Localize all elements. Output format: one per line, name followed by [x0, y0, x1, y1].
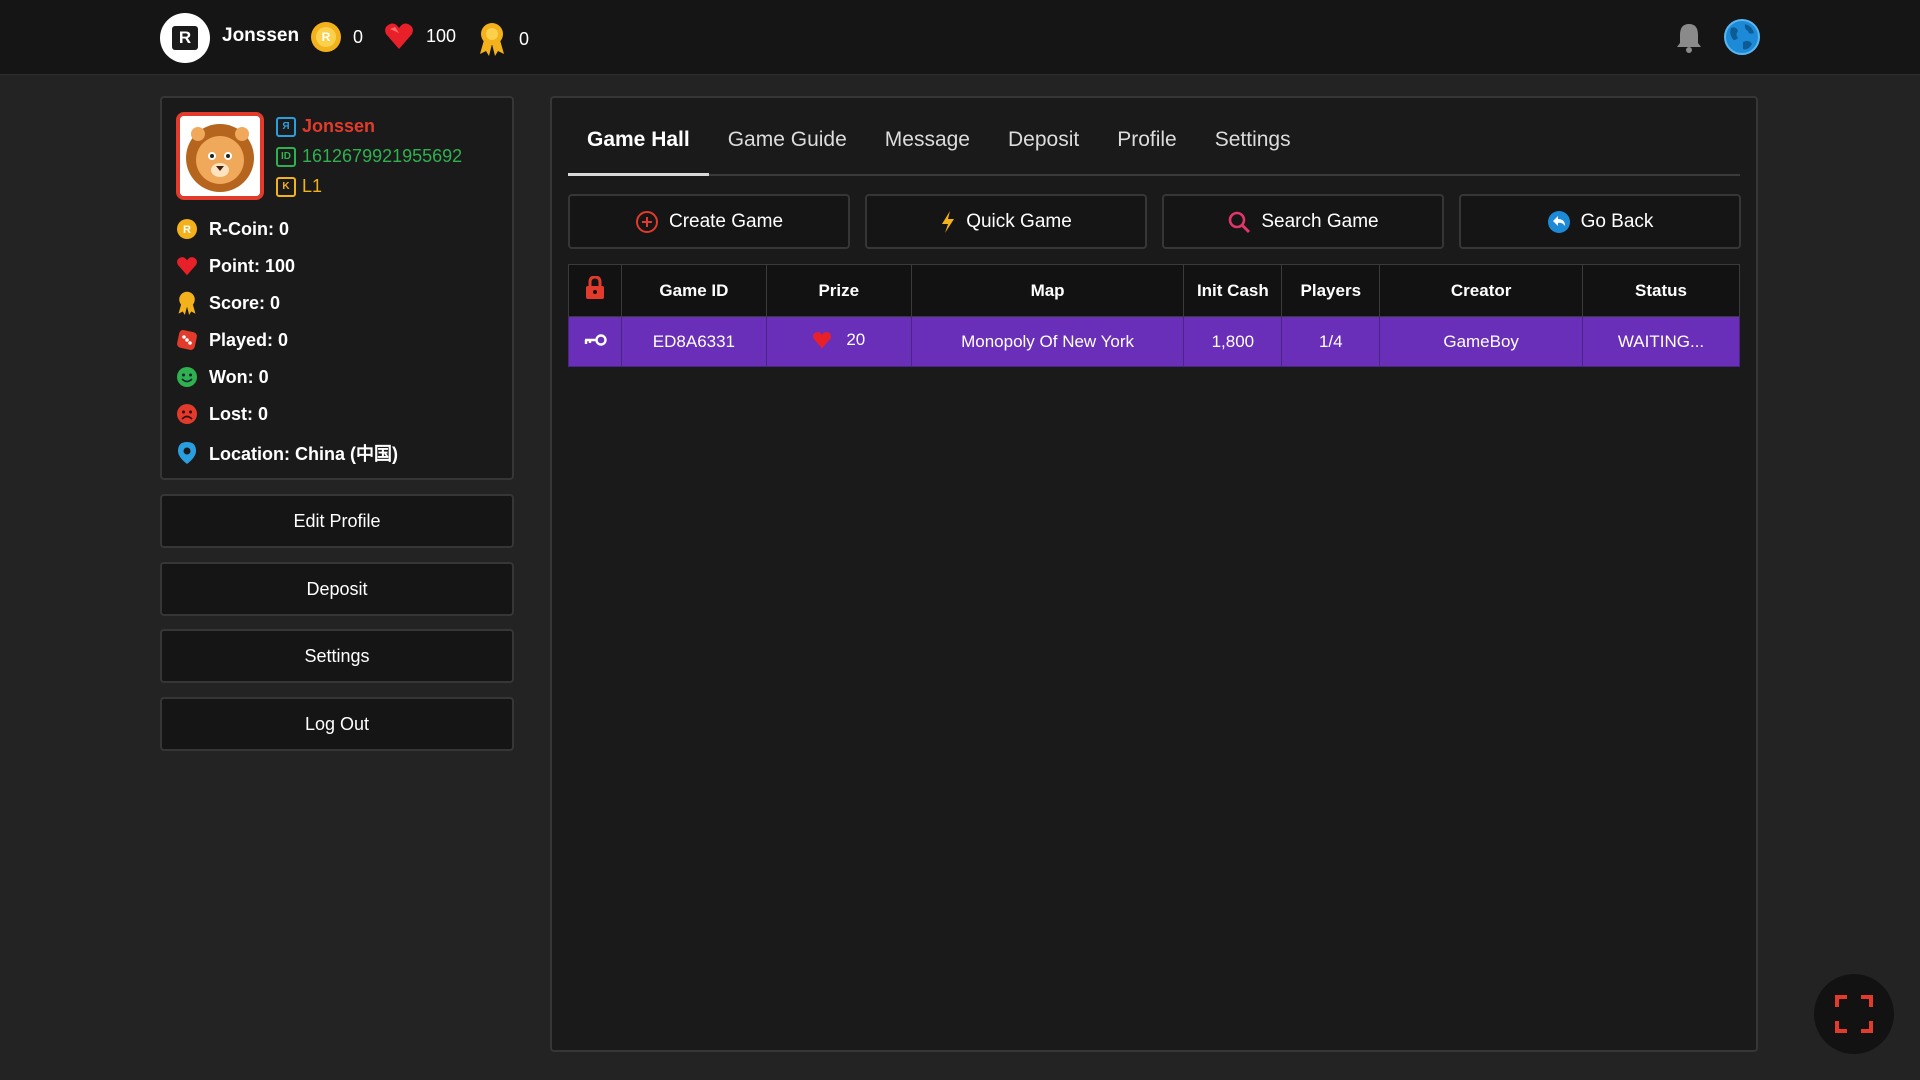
- header-creator[interactable]: Creator: [1379, 264, 1584, 317]
- main-panel: Game Hall Game Guide Message Deposit Pro…: [550, 96, 1758, 1052]
- stat-score: Score: 0: [176, 291, 280, 315]
- key-cell: [568, 316, 622, 367]
- user-card-icon: Я: [276, 116, 296, 137]
- rcoin-value: 0: [353, 26, 364, 47]
- globe-icon[interactable]: [1723, 18, 1761, 56]
- points-stat: 100: [384, 22, 456, 50]
- heart-gem-icon: [385, 23, 413, 49]
- key-icon: [584, 333, 607, 346]
- plus-circle-icon: [635, 210, 658, 233]
- user-avatar-button[interactable]: R: [160, 13, 210, 63]
- cell-creator: GameBoy: [1379, 316, 1584, 367]
- header-players[interactable]: Players: [1281, 264, 1381, 317]
- search-icon: [1229, 211, 1251, 233]
- header-init-cash[interactable]: Init Cash: [1183, 264, 1283, 317]
- header-game-id[interactable]: Game ID: [620, 264, 767, 317]
- header-status[interactable]: Status: [1582, 264, 1740, 317]
- header-map[interactable]: Map: [910, 264, 1185, 317]
- profile-user-id: 1612679921955692: [302, 146, 463, 166]
- header-prize[interactable]: Prize: [765, 264, 912, 317]
- deposit-button[interactable]: Deposit: [160, 562, 514, 616]
- award-icon: [176, 291, 198, 315]
- id-badge-icon: ID: [276, 146, 296, 167]
- cell-players: 1/4: [1281, 316, 1381, 367]
- profile-name-line: Я Jonssen: [276, 116, 375, 137]
- fullscreen-icon: [1835, 995, 1873, 1033]
- location-pin-icon: [176, 442, 198, 464]
- back-arrow-icon: [1547, 210, 1570, 233]
- rcoin-icon: R: [176, 218, 198, 240]
- rcoin-icon: R: [311, 22, 341, 52]
- stat-rcoin: R R-Coin: 0: [176, 218, 289, 240]
- profile-avatar: [176, 112, 264, 200]
- lock-icon: [585, 275, 604, 299]
- profile-level-line: K L1: [276, 176, 322, 197]
- stat-location: Location: China (中国): [176, 440, 398, 466]
- tab-game-guide[interactable]: Game Guide: [709, 118, 866, 176]
- stat-won: Won: 0: [176, 366, 269, 388]
- top-bar: R Jonssen R 0 100 0: [0, 0, 1920, 75]
- profile-name: Jonssen: [302, 116, 376, 136]
- heart-gem-icon: [176, 255, 198, 277]
- tab-deposit[interactable]: Deposit: [989, 118, 1098, 176]
- stat-played: Played: 0: [176, 329, 288, 351]
- cell-map: Monopoly Of New York: [910, 316, 1185, 367]
- score-value: 0: [519, 28, 530, 49]
- cell-init-cash: 1,800: [1183, 316, 1283, 367]
- go-back-button[interactable]: Go Back: [1459, 194, 1741, 249]
- points-value: 100: [426, 25, 457, 46]
- tab-message[interactable]: Message: [866, 118, 989, 176]
- fullscreen-button[interactable]: [1814, 974, 1894, 1054]
- heart-gem-icon: [813, 331, 832, 348]
- smile-icon: [176, 366, 198, 388]
- dice-icon: [176, 329, 198, 351]
- cell-prize: 20: [765, 316, 912, 367]
- lock-column-header: [568, 264, 622, 317]
- tab-settings[interactable]: Settings: [1196, 118, 1310, 176]
- rcoin-stat: R 0: [311, 22, 363, 52]
- cell-status: WAITING...: [1582, 316, 1740, 367]
- quick-game-button[interactable]: Quick Game: [865, 194, 1147, 249]
- log-out-button[interactable]: Log Out: [160, 697, 514, 751]
- profile-id-line: ID 1612679921955692: [276, 146, 462, 167]
- level-icon: K: [276, 176, 296, 197]
- brand-logo-icon: R: [172, 26, 198, 50]
- lightning-icon: [942, 210, 955, 233]
- tab-profile[interactable]: Profile: [1098, 118, 1196, 176]
- cell-game-id: ED8A6331: [620, 316, 767, 367]
- top-username: Jonssen: [222, 25, 300, 46]
- tab-bar: Game Hall Game Guide Message Deposit Pro…: [568, 118, 1740, 176]
- create-game-button[interactable]: Create Game: [568, 194, 850, 249]
- score-stat: 0: [477, 22, 529, 56]
- award-icon: [480, 23, 504, 56]
- settings-button[interactable]: Settings: [160, 629, 514, 683]
- edit-profile-button[interactable]: Edit Profile: [160, 494, 514, 548]
- search-game-button[interactable]: Search Game: [1162, 194, 1444, 249]
- table-row[interactable]: ED8A6331 20 Monopoly Of New York 1,800 1…: [568, 316, 1740, 367]
- frown-icon: [176, 403, 198, 425]
- table-header-row: Game ID Prize Map Init Cash Players Crea…: [568, 264, 1740, 317]
- bell-icon[interactable]: [1674, 22, 1704, 54]
- profile-card: Я Jonssen ID 1612679921955692 K L1 R R-C…: [160, 96, 514, 480]
- stat-lost: Lost: 0: [176, 403, 268, 425]
- game-table: Game ID Prize Map Init Cash Players Crea…: [568, 264, 1740, 367]
- profile-level: L1: [302, 176, 323, 196]
- lion-avatar-icon: [180, 116, 260, 196]
- svg-text:R: R: [183, 224, 191, 236]
- tab-game-hall[interactable]: Game Hall: [568, 118, 709, 176]
- stat-point: Point: 100: [176, 255, 295, 277]
